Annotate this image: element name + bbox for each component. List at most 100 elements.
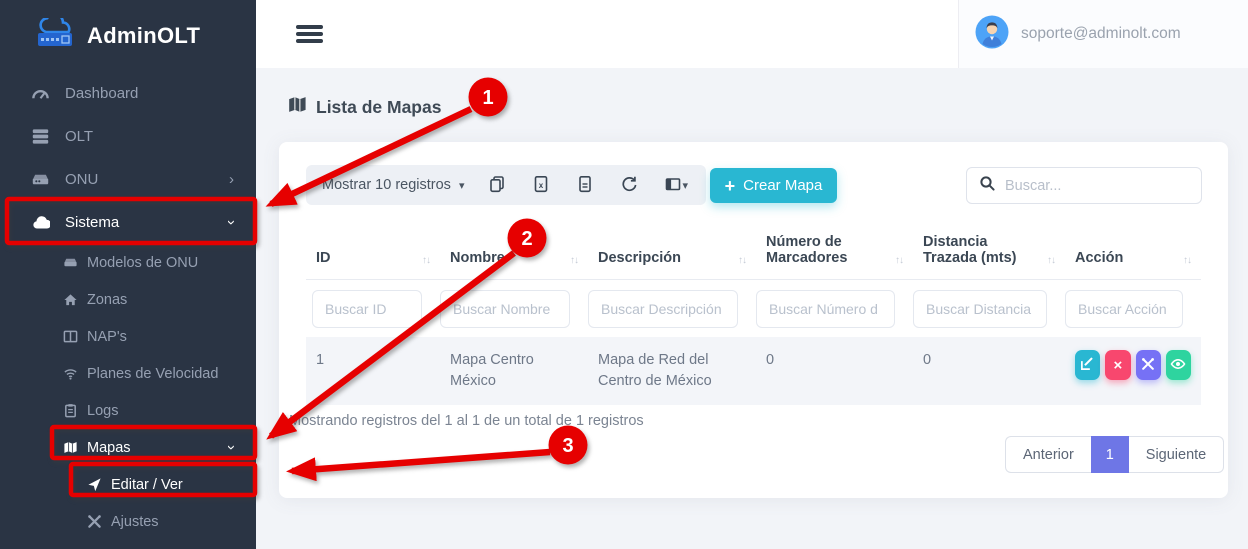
column-visibility-button[interactable]: ▾ — [662, 173, 690, 198]
x-icon: × — [1113, 357, 1122, 374]
export-file-button[interactable] — [574, 173, 596, 198]
columns-table-icon — [664, 175, 682, 196]
sidebar-item-planes-de-velocidad[interactable]: Planes de Velocidad — [0, 355, 256, 392]
sidebar-item-label: Zonas — [87, 292, 127, 308]
map-title-icon — [287, 95, 308, 119]
sidebar-item-label: Planes de Velocidad — [87, 366, 218, 382]
maps-table: ID↑↓ Nombre↑↓ Descripción↑↓ Número de Ma… — [306, 228, 1201, 405]
filter-accion-input[interactable] — [1065, 290, 1183, 328]
brand-name: AdminOLT — [87, 23, 200, 49]
sidebar-item-label: Logs — [87, 403, 118, 419]
search-icon — [979, 175, 996, 197]
sidebar-item-logs[interactable]: Logs — [0, 392, 256, 429]
user-menu[interactable]: soporte@adminolt.com — [958, 0, 1248, 68]
sidebar-item-label: Editar / Ver — [111, 477, 183, 493]
onu-model-icon — [62, 255, 79, 270]
tools-icon — [86, 514, 103, 529]
map-icon — [62, 440, 79, 455]
clipboard-icon — [62, 403, 79, 418]
refresh-button[interactable] — [618, 173, 640, 198]
edit-map-button[interactable] — [1075, 350, 1100, 380]
avatar — [975, 15, 1009, 54]
filter-nombre-input[interactable] — [440, 290, 570, 328]
sidebar-item-sistema[interactable]: Sistema › — [0, 201, 256, 244]
sidebar-item-label: ONU — [65, 171, 98, 188]
sort-icon: ↑↓ — [1183, 255, 1191, 266]
search-input[interactable] — [1005, 178, 1192, 194]
user-email: soporte@adminolt.com — [1021, 25, 1181, 43]
menu-toggle-button[interactable] — [296, 25, 323, 46]
column-header-id[interactable]: ID↑↓ — [306, 228, 440, 280]
caret-down-icon: ▾ — [682, 179, 688, 192]
column-header-descripcion[interactable]: Descripción↑↓ — [588, 228, 756, 280]
file-text-icon — [576, 175, 594, 196]
sidebar-item-label: Mapas — [87, 440, 131, 456]
column-header-nombre[interactable]: Nombre↑↓ — [440, 228, 588, 280]
sidebar-item-ajustes[interactable]: Ajustes — [0, 503, 256, 540]
column-header-accion[interactable]: Acción↑↓ — [1065, 228, 1201, 280]
cloud-icon — [30, 213, 50, 232]
copy-icon — [488, 175, 506, 196]
table-row: 1 Mapa Centro México Mapa de Red del Cen… — [306, 337, 1201, 405]
sidebar-nav: Dashboard OLT ONU › Sistema › — [0, 72, 256, 540]
table-filter-row — [306, 280, 1201, 338]
sidebar-item-label: Sistema — [65, 214, 119, 231]
chevron-down-icon: › — [224, 445, 239, 450]
sidebar: AdminOLT Dashboard OLT ONU › Sistema — [0, 0, 256, 549]
sidebar-item-label: Dashboard — [65, 85, 138, 102]
sort-icon: ↑↓ — [895, 255, 903, 266]
copy-button[interactable] — [486, 173, 508, 198]
caret-down-icon: ▾ — [459, 179, 465, 192]
cell-marcadores: 0 — [756, 337, 913, 405]
create-map-button[interactable]: + Crear Mapa — [710, 168, 837, 203]
page-title: Lista de Mapas — [287, 95, 441, 119]
export-excel-button[interactable]: x — [530, 173, 552, 198]
filter-id-input[interactable] — [312, 290, 422, 328]
refresh-icon — [620, 175, 638, 196]
sidebar-item-onu[interactable]: ONU › — [0, 158, 256, 201]
sistema-submenu: Modelos de ONU Zonas NAP's Planes de Vel… — [0, 244, 256, 540]
sidebar-item-mapas[interactable]: Mapas › — [0, 429, 256, 466]
sidebar-item-label: Ajustes — [111, 514, 159, 530]
search-box — [966, 167, 1202, 204]
sidebar-item-zonas[interactable]: Zonas — [0, 281, 256, 318]
sidebar-item-label: OLT — [65, 128, 93, 145]
pagination-next-button[interactable]: Siguiente — [1129, 436, 1224, 473]
sidebar-item-editar-ver[interactable]: Editar / Ver — [0, 466, 256, 503]
wifi-icon — [62, 366, 79, 381]
sidebar-item-label: NAP's — [87, 329, 127, 345]
pagination-prev-button[interactable]: Anterior — [1005, 436, 1091, 473]
map-settings-button[interactable] — [1136, 350, 1161, 380]
sort-icon: ↑↓ — [570, 255, 578, 266]
onu-device-icon — [30, 170, 50, 189]
sidebar-item-olt[interactable]: OLT — [0, 115, 256, 158]
top-bar: soporte@adminolt.com — [256, 0, 1248, 68]
sidebar-item-dashboard[interactable]: Dashboard — [0, 72, 256, 115]
excel-file-icon: x — [532, 175, 550, 196]
olt-server-icon — [30, 127, 50, 146]
column-header-marcadores[interactable]: Número de Marcadores↑↓ — [756, 228, 913, 280]
delete-map-button[interactable]: × — [1105, 350, 1130, 380]
entries-per-page-select[interactable]: Mostrar 10 registros ▾ — [322, 177, 464, 193]
table-info: Mostrando registros del 1 al 1 de un tot… — [289, 413, 644, 429]
sort-icon: ↑↓ — [738, 255, 746, 266]
chevron-down-icon: › — [224, 220, 239, 225]
cell-accion: × — [1065, 337, 1201, 405]
main-content: Lista de Mapas Mostrar 10 registros ▾ x — [256, 68, 1248, 549]
column-header-distancia[interactable]: Distancia Trazada (mts)↑↓ — [913, 228, 1065, 280]
pagination-page-1-button[interactable]: 1 — [1091, 436, 1129, 473]
sidebar-item-naps[interactable]: NAP's — [0, 318, 256, 355]
view-map-button[interactable] — [1166, 350, 1191, 380]
filter-marcadores-input[interactable] — [756, 290, 895, 328]
sort-icon: ↑↓ — [422, 255, 430, 266]
sidebar-item-modelos-de-onu[interactable]: Modelos de ONU — [0, 244, 256, 281]
filter-distancia-input[interactable] — [913, 290, 1047, 328]
sidebar-item-label: Modelos de ONU — [87, 255, 198, 271]
cell-id: 1 — [306, 337, 440, 405]
location-arrow-icon — [86, 477, 103, 492]
plus-icon: + — [725, 177, 736, 195]
brand[interactable]: AdminOLT — [0, 0, 256, 72]
cell-descripcion: Mapa de Red del Centro de México — [588, 337, 756, 405]
dashboard-icon — [30, 84, 50, 103]
filter-descripcion-input[interactable] — [588, 290, 738, 328]
